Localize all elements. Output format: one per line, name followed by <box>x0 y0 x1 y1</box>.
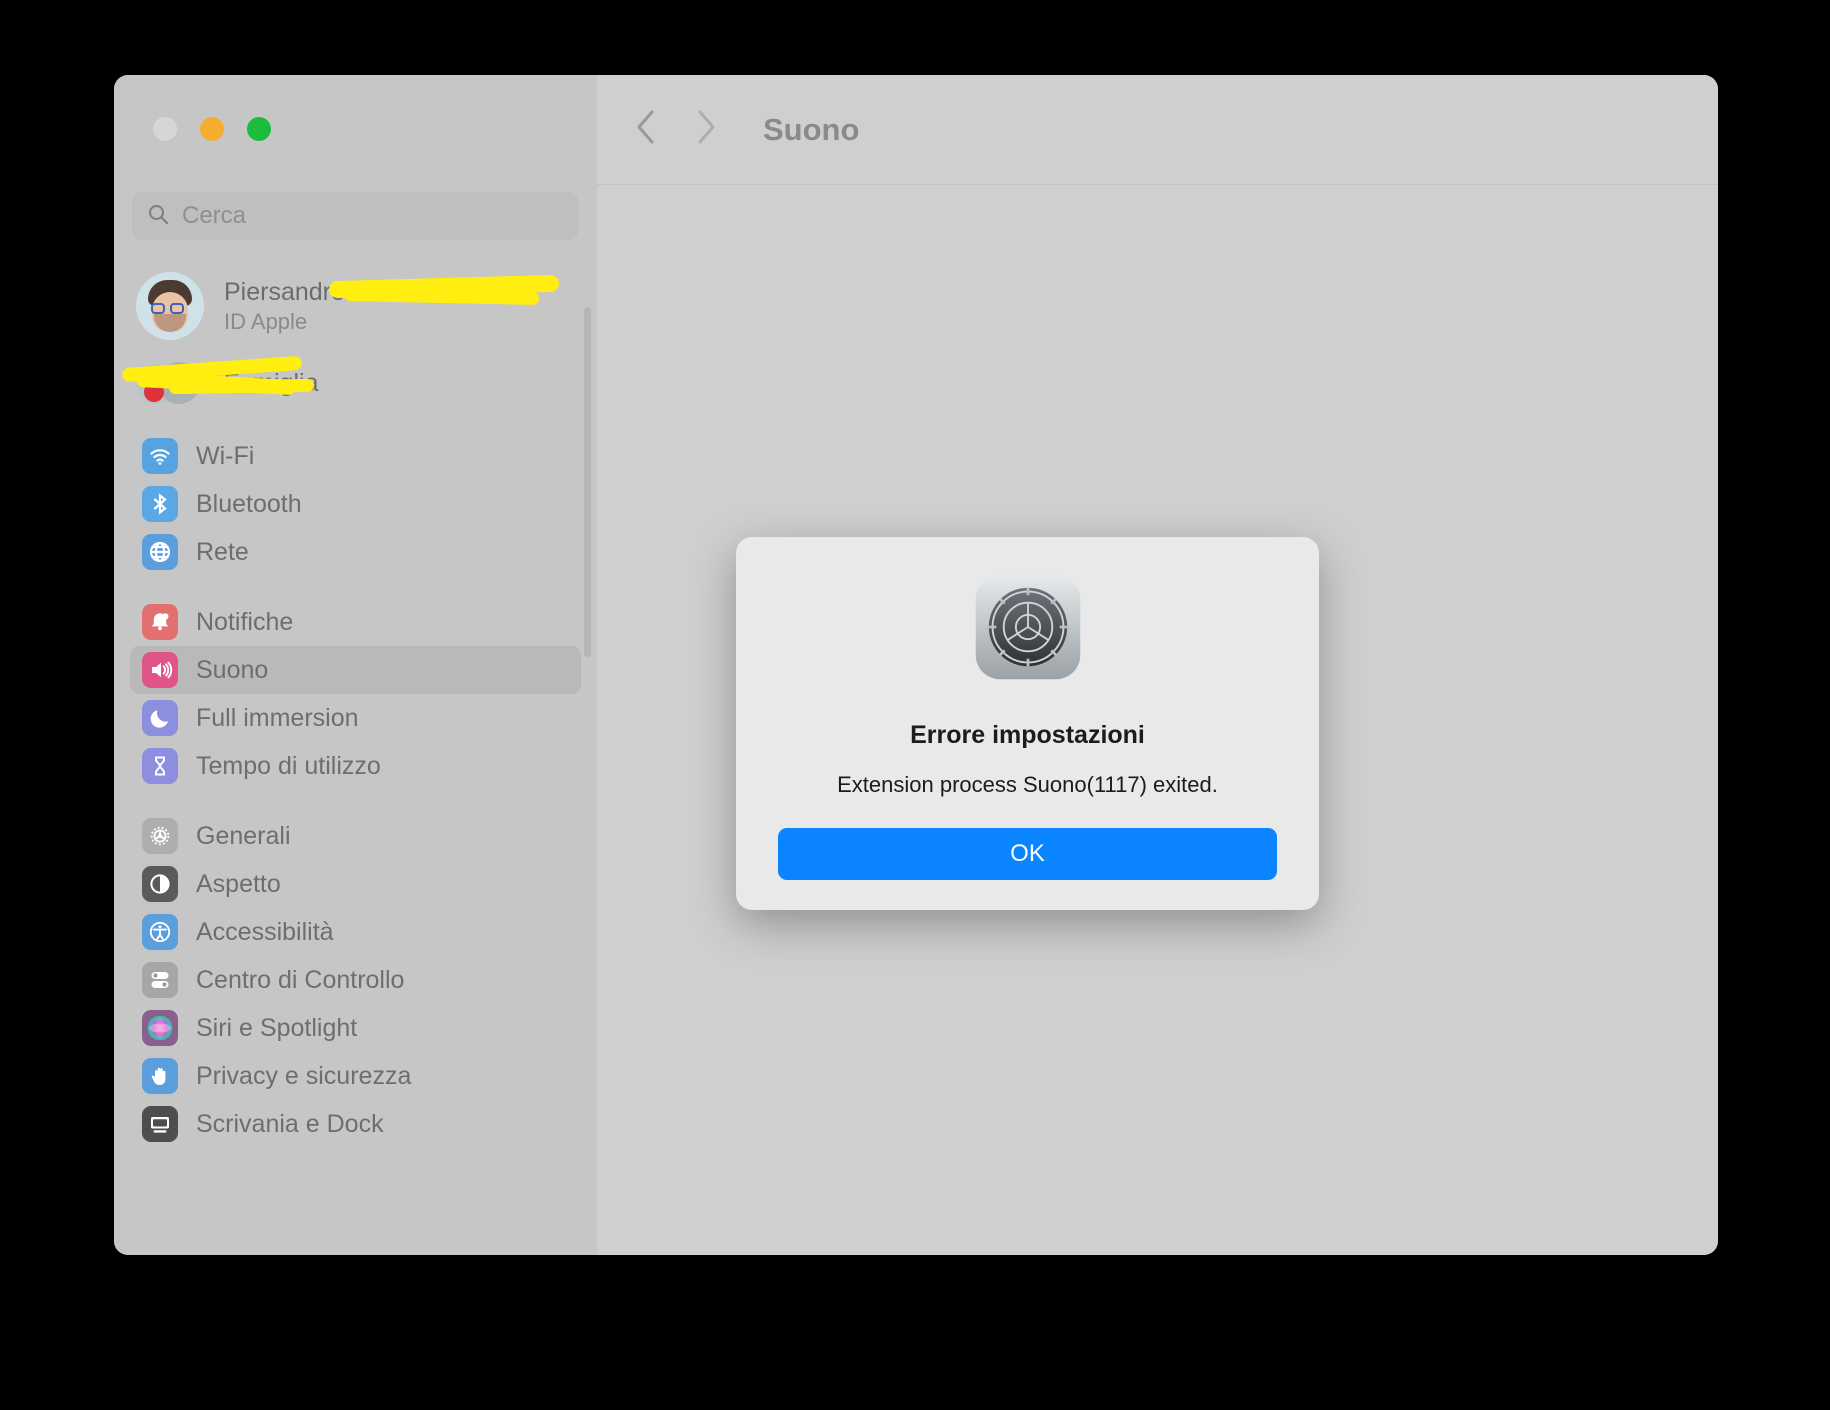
sidebar: Piersandro ID Apple Famiglia Wi-Fi Bluet… <box>114 75 597 1255</box>
sidebar-scrollbar[interactable] <box>584 307 591 657</box>
sidebar-nav: Piersandro ID Apple Famiglia Wi-Fi Bluet… <box>114 260 597 1255</box>
siri-icon <box>142 1010 178 1046</box>
sidebar-item-label: Generali <box>196 821 291 850</box>
sidebar-item-centro-di-controllo[interactable]: Centro di Controllo <box>130 956 581 1004</box>
hand-icon <box>142 1058 178 1094</box>
sidebar-item-label: Scrivania e Dock <box>196 1109 384 1138</box>
family-avatars <box>136 360 204 406</box>
hourglass-icon <box>142 748 178 784</box>
bluetooth-icon <box>142 486 178 522</box>
account-subtitle: ID Apple <box>224 308 308 334</box>
memoji-avatar <box>136 272 204 340</box>
sidebar-item-label: Notifiche <box>196 607 294 636</box>
sidebar-item-label: Rete <box>196 537 249 566</box>
search-input[interactable] <box>182 202 564 230</box>
desktop-dock-icon <box>142 1106 178 1142</box>
sidebar-item-full-immersion[interactable]: Full immersion <box>130 694 581 742</box>
sidebar-item-label: Privacy e sicurezza <box>196 1061 412 1090</box>
sidebar-item-accessibilit[interactable]: Accessibilità <box>130 908 581 956</box>
speaker-icon <box>142 652 178 688</box>
sidebar-item-label: Wi-Fi <box>196 441 255 470</box>
sidebar-item-rete[interactable]: Rete <box>130 528 581 576</box>
toolbar: Suono <box>597 75 1718 185</box>
sidebar-item-privacy-e-sicurezza[interactable]: Privacy e sicurezza <box>130 1052 581 1100</box>
page-title: Suono <box>763 111 860 147</box>
sidebar-item-label: Tempo di utilizzo <box>196 751 381 780</box>
family-row[interactable]: Famiglia <box>114 352 597 414</box>
sidebar-item-bluetooth[interactable]: Bluetooth <box>130 480 581 528</box>
sidebar-item-label: Suono <box>196 655 269 684</box>
appearance-icon <box>142 866 178 902</box>
sidebar-item-scrivania-e-dock[interactable]: Scrivania e Dock <box>130 1100 581 1148</box>
sidebar-item-suono[interactable]: Suono <box>130 646 581 694</box>
sidebar-group: Generali Aspetto Accessibilità Centro di… <box>114 812 597 1148</box>
family-label: Famiglia <box>224 368 319 397</box>
chevron-right-icon[interactable] <box>693 108 719 151</box>
dialog-message: Extension process Suono(1117) exited. <box>837 772 1218 797</box>
sidebar-item-tempo-di-utilizzo[interactable]: Tempo di utilizzo <box>130 742 581 790</box>
accessibility-icon <box>142 914 178 950</box>
search-field[interactable] <box>132 192 578 240</box>
system-settings-gear-icon <box>975 574 1080 680</box>
sidebar-item-notifiche[interactable]: Notifiche <box>130 598 581 646</box>
sidebar-item-label: Full immersion <box>196 703 359 732</box>
sidebar-item-label: Siri e Spotlight <box>196 1013 358 1042</box>
sidebar-item-label: Bluetooth <box>196 489 302 518</box>
apple-id-account-row[interactable]: Piersandro ID Apple <box>114 260 597 352</box>
chevron-left-icon[interactable] <box>633 108 659 151</box>
system-settings-window: Piersandro ID Apple Famiglia Wi-Fi Bluet… <box>114 75 1718 1255</box>
sidebar-item-generali[interactable]: Generali <box>130 812 581 860</box>
dialog-title: Errore impostazioni <box>910 721 1145 749</box>
sidebar-group: Wi-Fi Bluetooth Rete <box>114 432 597 576</box>
wifi-icon <box>142 438 178 474</box>
moon-icon <box>142 700 178 736</box>
account-name: Piersandro <box>224 277 345 306</box>
error-dialog: Errore impostazioni Extension process Su… <box>736 537 1319 910</box>
window-traffic-lights <box>153 117 271 141</box>
search-icon <box>146 202 170 231</box>
sidebar-item-siri-e-spotlight[interactable]: Siri e Spotlight <box>130 1004 581 1052</box>
sidebar-item-label: Accessibilità <box>196 917 334 946</box>
redaction-highlight-name-2 <box>343 287 540 306</box>
maximize-window-button[interactable] <box>247 117 271 141</box>
minimize-window-button[interactable] <box>200 117 224 141</box>
sidebar-item-aspetto[interactable]: Aspetto <box>130 860 581 908</box>
sidebar-item-wi-fi[interactable]: Wi-Fi <box>130 432 581 480</box>
ok-button[interactable]: OK <box>778 828 1277 880</box>
sidebar-group: Notifiche Suono Full immersion Tempo di … <box>114 598 597 790</box>
close-window-button[interactable] <box>153 117 177 141</box>
bell-icon <box>142 604 178 640</box>
sidebar-item-label: Aspetto <box>196 869 281 898</box>
redaction-highlight-name <box>328 274 560 299</box>
sidebar-item-label: Centro di Controllo <box>196 965 405 994</box>
globe-icon <box>142 534 178 570</box>
switches-icon <box>142 962 178 998</box>
gear-icon <box>142 818 178 854</box>
